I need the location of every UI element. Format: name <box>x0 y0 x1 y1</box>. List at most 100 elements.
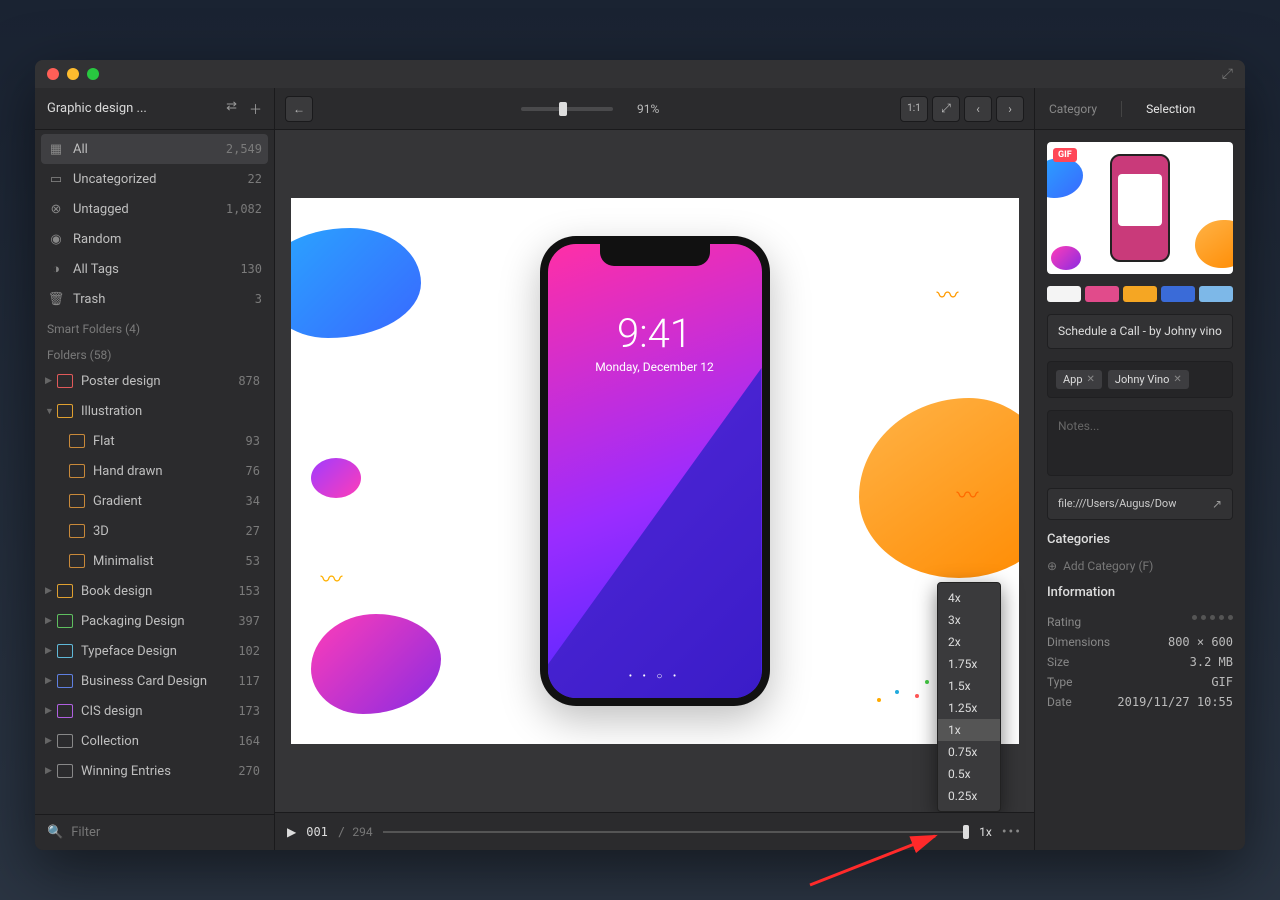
inspector: Category Selection GIF Schedule a Call -… <box>1035 88 1245 850</box>
folder-minimalist[interactable]: Minimalist53 <box>35 546 274 576</box>
sidebar: Graphic design ... ⇄ ＋ ▦All2,549▭Uncateg… <box>35 88 275 850</box>
smart-folders-label[interactable]: Smart Folders (4) <box>35 314 274 340</box>
speed-option-1.25x[interactable]: 1.25x <box>938 697 1000 719</box>
title-field[interactable]: Schedule a Call - by Johny vino <box>1047 314 1233 349</box>
speed-option-0.25x[interactable]: 0.25x <box>938 785 1000 807</box>
sidebar-item-all[interactable]: ▦All2,549 <box>41 134 268 164</box>
rating-dots[interactable] <box>1192 615 1233 629</box>
pin-icon[interactable]: ⤢ <box>1222 66 1233 82</box>
app-window: ⤢ Graphic design ... ⇄ ＋ ▦All2,549▭Uncat… <box>35 60 1245 850</box>
gif-badge: GIF <box>1053 148 1077 162</box>
speed-option-4x[interactable]: 4x <box>938 587 1000 609</box>
sidebar-item-untagged[interactable]: ⊗Untagged1,082 <box>35 194 274 224</box>
item-icon: 🗑 <box>47 292 65 307</box>
info-date: Date2019/11/27 10:55 <box>1047 692 1233 712</box>
tags-field[interactable]: App✕ Johny Vino✕ <box>1047 361 1233 398</box>
speed-option-1.75x[interactable]: 1.75x <box>938 653 1000 675</box>
remove-tag-icon[interactable]: ✕ <box>1173 374 1181 385</box>
open-path-icon[interactable]: ↗ <box>1212 497 1222 511</box>
folder-flat[interactable]: Flat93 <box>35 426 274 456</box>
next-button[interactable]: › <box>996 96 1024 122</box>
fit-screen-button[interactable]: ⤢ <box>932 96 960 122</box>
back-button[interactable]: ← <box>285 96 313 122</box>
play-button[interactable]: ▶ <box>287 825 296 839</box>
minimize-icon[interactable] <box>67 68 79 80</box>
folder-winning-entries[interactable]: ▶Winning Entries270 <box>35 756 274 786</box>
folder-cis-design[interactable]: ▶CIS design173 <box>35 696 274 726</box>
zoom-icon[interactable] <box>87 68 99 80</box>
folder-typeface-design[interactable]: ▶Typeface Design102 <box>35 636 274 666</box>
tab-category[interactable]: Category <box>1049 102 1097 116</box>
caret-icon: ▼ <box>45 406 55 417</box>
center-pane: ← 91% 1:1 ⤢ ‹ › 〰 〰 〰 <box>275 88 1035 850</box>
thumbnail[interactable]: GIF <box>1047 142 1233 274</box>
playbar: ▶ 001 / 294 1x ••• <box>275 812 1034 850</box>
folder-icon <box>57 734 73 748</box>
sidebar-item-trash[interactable]: 🗑Trash3 <box>35 284 274 314</box>
speed-option-2x[interactable]: 2x <box>938 631 1000 653</box>
info-type: TypeGIF <box>1047 672 1233 692</box>
sidebar-list: ▦All2,549▭Uncategorized22⊗Untagged1,082◉… <box>35 130 274 814</box>
remove-tag-icon[interactable]: ✕ <box>1087 374 1095 385</box>
seek-bar[interactable] <box>383 822 970 842</box>
more-button[interactable]: ••• <box>1002 824 1022 840</box>
folder-book-design[interactable]: ▶Book design153 <box>35 576 274 606</box>
tab-selection[interactable]: Selection <box>1146 102 1195 116</box>
speed-button[interactable]: 1x <box>979 825 992 839</box>
color-swatch[interactable] <box>1123 286 1157 302</box>
speed-menu[interactable]: 4x3x2x1.75x1.5x1.25x1x0.75x0.5x0.25x <box>937 582 1001 812</box>
search-icon: 🔍 <box>47 825 63 840</box>
folder-icon <box>69 554 85 568</box>
traffic-lights <box>47 68 99 80</box>
folder-icon <box>57 374 73 388</box>
caret-icon: ▶ <box>45 616 55 626</box>
categories-label: Categories <box>1047 532 1233 547</box>
filter-input[interactable]: 🔍 Filter <box>35 814 274 850</box>
library-header[interactable]: Graphic design ... ⇄ ＋ <box>35 88 274 130</box>
add-category-button[interactable]: ⊕ Add Category (F) <box>1047 559 1233 573</box>
folders-label[interactable]: Folders (58) <box>35 340 274 366</box>
tag-johny-vino[interactable]: Johny Vino✕ <box>1108 370 1189 389</box>
folder-icon <box>69 524 85 538</box>
folder-collection[interactable]: ▶Collection164 <box>35 726 274 756</box>
path-field[interactable]: file:///Users/Augus/Dow ↗ <box>1047 488 1233 520</box>
folder-gradient[interactable]: Gradient34 <box>35 486 274 516</box>
color-swatch[interactable] <box>1085 286 1119 302</box>
sidebar-item-uncategorized[interactable]: ▭Uncategorized22 <box>35 164 274 194</box>
folder-poster-design[interactable]: ▶Poster design878 <box>35 366 274 396</box>
folder-3d[interactable]: 3D27 <box>35 516 274 546</box>
sidebar-item-random[interactable]: ◉Random <box>35 224 274 254</box>
color-swatch[interactable] <box>1199 286 1233 302</box>
info-size: Size3.2 MB <box>1047 652 1233 672</box>
phone-mockup: 9:41 Monday, December 12 • • ○ • <box>540 236 770 706</box>
add-icon[interactable]: ＋ <box>249 99 262 118</box>
color-swatch[interactable] <box>1161 286 1195 302</box>
caret-icon: ▶ <box>45 736 55 746</box>
speed-option-1x[interactable]: 1x <box>938 719 1000 741</box>
folder-hand-drawn[interactable]: Hand drawn76 <box>35 456 274 486</box>
folder-business-card-design[interactable]: ▶Business Card Design117 <box>35 666 274 696</box>
color-swatch[interactable] <box>1047 286 1081 302</box>
zoom-percent: 91% <box>637 102 659 116</box>
speed-option-0.5x[interactable]: 0.5x <box>938 763 1000 785</box>
folder-packaging-design[interactable]: ▶Packaging Design397 <box>35 606 274 636</box>
tag-app[interactable]: App✕ <box>1056 370 1102 389</box>
speed-option-0.75x[interactable]: 0.75x <box>938 741 1000 763</box>
speed-option-1.5x[interactable]: 1.5x <box>938 675 1000 697</box>
zoom-slider[interactable] <box>521 107 613 111</box>
folder-icon <box>57 584 73 598</box>
sidebar-item-all-tags[interactable]: ◑All Tags130 <box>35 254 274 284</box>
notes-field[interactable]: Notes... <box>1047 410 1233 476</box>
item-icon: ▭ <box>47 172 65 187</box>
folder-icon <box>57 764 73 778</box>
speed-option-3x[interactable]: 3x <box>938 609 1000 631</box>
caret-icon: ▶ <box>45 376 55 386</box>
swap-icon[interactable]: ⇄ <box>226 99 237 118</box>
library-name: Graphic design ... <box>47 101 147 116</box>
preview-canvas[interactable]: 〰 〰 〰 9:41 Monday, December 12 • • ○ • <box>275 130 1034 812</box>
close-icon[interactable] <box>47 68 59 80</box>
caret-icon: ▶ <box>45 586 55 596</box>
fit-actual-button[interactable]: 1:1 <box>900 96 928 122</box>
prev-button[interactable]: ‹ <box>964 96 992 122</box>
folder-illustration[interactable]: ▼Illustration <box>35 396 274 426</box>
